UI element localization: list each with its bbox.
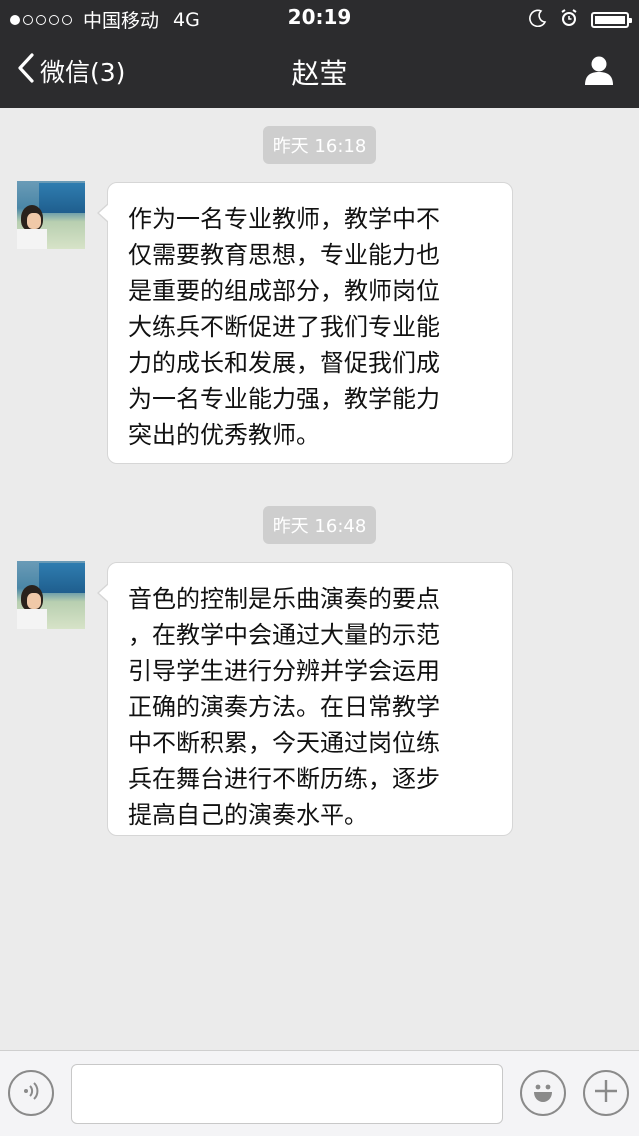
chat-area[interactable]: 昨天 16:18 作为一名专业教师，教学中不 仅需要教育思想，专业能力也 是重要… (0, 108, 639, 1050)
input-bar (0, 1050, 639, 1136)
message-line: 是重要的组成部分，教师岗位 (128, 277, 440, 305)
message-line: 兵在舞台进行不断历练，逐步 (128, 765, 440, 793)
message-line: 音色的控制是乐曲演奏的要点 (128, 585, 440, 613)
timestamp-label: 昨天 16:48 (262, 506, 377, 544)
message-line: 为一名专业能力强，教学能力 (128, 385, 440, 413)
alarm-icon (559, 8, 579, 32)
emoji-icon (528, 1076, 558, 1110)
message-bubble[interactable]: 作为一名专业教师，教学中不 仅需要教育思想，专业能力也 是重要的组成部分，教师岗… (97, 182, 513, 464)
message-input[interactable] (71, 1064, 503, 1124)
message-line: 提高自己的演奏水平。 (128, 801, 368, 829)
message-line: 力的成长和发展，督促我们成 (128, 349, 440, 377)
avatar[interactable] (17, 561, 85, 629)
message-line: 作为一名专业教师，教学中不 (128, 205, 440, 233)
message-line: ，在教学中会通过大量的示范 (128, 621, 440, 649)
emoji-button[interactable] (520, 1070, 566, 1116)
voice-icon (19, 1079, 43, 1107)
message-timestamp: 昨天 16:18 (0, 126, 639, 164)
message-line: 正确的演奏方法。在日常教学 (128, 693, 440, 721)
message-line: 仅需要教育思想，专业能力也 (128, 241, 440, 269)
voice-button[interactable] (8, 1070, 54, 1116)
timestamp-label: 昨天 16:18 (262, 126, 377, 164)
chat-title: 赵莹 (291, 57, 348, 90)
status-right (529, 8, 632, 32)
message-line: 引导学生进行分辨并学会运用 (128, 657, 440, 685)
message-timestamp: 昨天 16:48 (0, 506, 639, 544)
status-bar: 中国移动 4G 20:19 (0, 0, 639, 36)
battery-icon (591, 12, 632, 28)
message-line: 大练兵不断促进了我们专业能 (128, 313, 440, 341)
nav-bar: 微信(3) 赵莹 (0, 36, 639, 108)
plus-button[interactable] (583, 1070, 629, 1116)
avatar[interactable] (17, 181, 85, 249)
message-bubble[interactable]: 音色的控制是乐曲演奏的要点 ，在教学中会通过大量的示范 引导学生进行分辨并学会运… (97, 562, 513, 836)
moon-icon (529, 9, 547, 31)
person-icon[interactable] (583, 54, 615, 90)
message-line: 突出的优秀教师。 (128, 421, 320, 449)
top-bar: 中国移动 4G 20:19 微信(3) 赵莹 (0, 0, 639, 108)
plus-icon (593, 1078, 619, 1108)
message-line: 中不断积累，今天通过岗位练 (128, 729, 440, 757)
